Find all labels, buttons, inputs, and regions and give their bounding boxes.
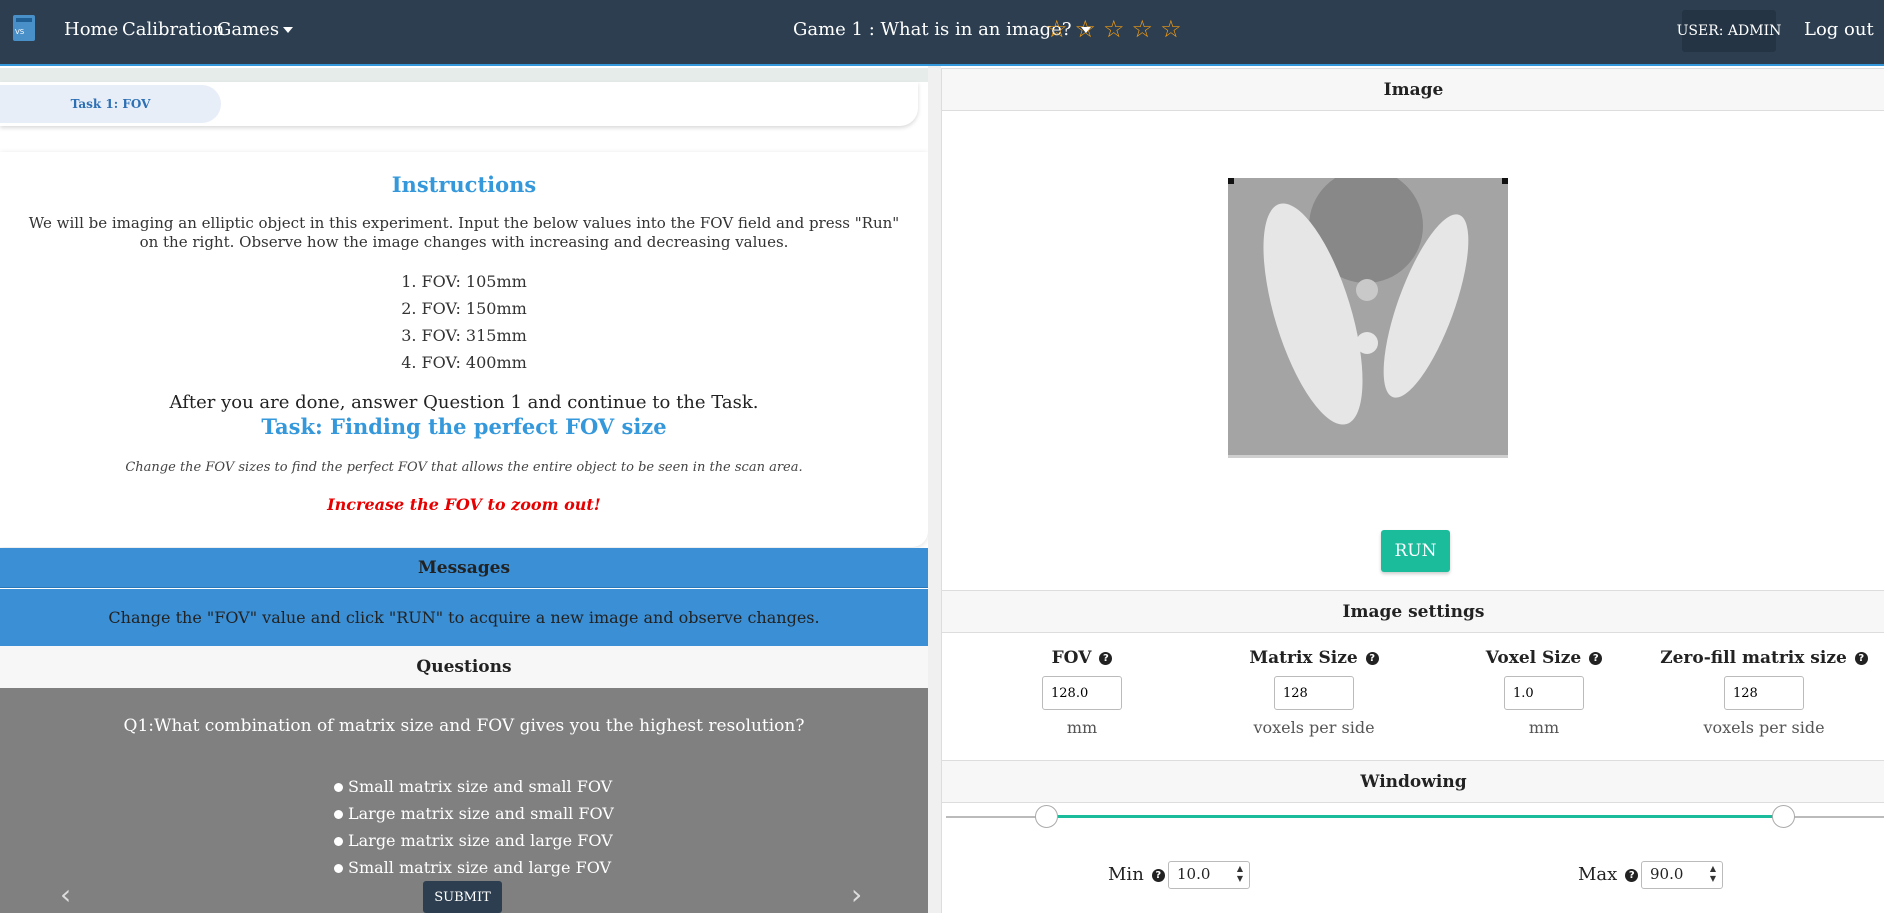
nav-games-dropdown[interactable]: Games (217, 19, 294, 40)
help-icon[interactable]: ? (1151, 868, 1165, 882)
matrix-size-label: Matrix Size (1249, 648, 1358, 668)
after-text: After you are done, answer Question 1 an… (169, 392, 759, 413)
nav-home-link[interactable]: Home (64, 19, 118, 40)
star-icon[interactable]: ☆ (1075, 16, 1097, 42)
panel-divider (928, 66, 941, 913)
max-label: Max? (1578, 864, 1639, 885)
matrix-size-unit: voxels per side (1253, 718, 1375, 737)
spinner-arrows-icon[interactable]: ▲ ▼ (1237, 864, 1243, 884)
fov-input[interactable] (1042, 676, 1122, 710)
question-carousel: Q1:What combination of matrix size and F… (0, 688, 928, 913)
voxel-size-setting: Voxel Size? mm (1444, 648, 1644, 737)
task-title: Task: Finding the perfect FOV size (261, 414, 667, 439)
list-item: 4. FOV: 400mm (401, 353, 527, 372)
instructions-title: Instructions (391, 172, 537, 197)
run-button[interactable]: RUN (1381, 530, 1450, 572)
list-item: 3. FOV: 315mm (401, 326, 527, 345)
messages-text: Change the "FOV" value and click "RUN" t… (0, 589, 928, 646)
star-icon[interactable]: ☆ (1132, 16, 1154, 42)
nav-calibration-link[interactable]: Calibration (122, 19, 224, 40)
spinner-arrows-icon[interactable]: ▲ ▼ (1710, 864, 1716, 884)
zoom-hint: Increase the FOV to zoom out! (327, 495, 601, 514)
task-text: Change the FOV sizes to find the perfect… (125, 460, 803, 475)
radio-icon[interactable] (334, 864, 343, 873)
help-icon[interactable]: ? (1854, 652, 1868, 665)
fov-list: 1. FOV: 105mm 2. FOV: 150mm 3. FOV: 315m… (0, 268, 928, 376)
image-settings-header: Image settings (942, 590, 1884, 633)
zero-fill-label: Zero-fill matrix size (1660, 648, 1847, 668)
list-item: 2. FOV: 150mm (401, 299, 527, 318)
submit-button[interactable]: SUBMIT (423, 881, 502, 913)
matrix-size-setting: Matrix Size? voxels per side (1214, 648, 1414, 737)
chevron-left-icon[interactable]: ‹ (60, 878, 71, 911)
user-badge: USER: ADMIN (1677, 10, 1781, 52)
matrix-size-input[interactable] (1274, 676, 1354, 710)
radio-icon[interactable] (334, 810, 343, 819)
chevron-right-icon[interactable]: › (851, 878, 862, 911)
left-top-strip (0, 68, 928, 82)
radio-icon[interactable] (334, 837, 343, 846)
slider-min-handle[interactable] (1035, 805, 1058, 828)
list-item: 1. FOV: 105mm (401, 272, 527, 291)
tab-task-1-fov[interactable]: Task 1: FOV (0, 85, 221, 123)
min-label: Min? (1108, 864, 1165, 885)
answer-option[interactable]: Large matrix size and large FOV (334, 827, 614, 854)
logout-link[interactable]: Log out (1804, 19, 1874, 40)
windowing-header: Windowing (942, 760, 1884, 803)
questions-header: Questions (0, 646, 928, 688)
min-input[interactable]: 10.0 ▲ ▼ (1168, 861, 1250, 889)
app-logo[interactable]: VS (13, 15, 35, 41)
windowing-slider-range (1047, 815, 1783, 818)
answer-option[interactable]: Small matrix size and small FOV (334, 773, 614, 800)
slider-max-handle[interactable] (1772, 805, 1795, 828)
voxel-size-label: Voxel Size (1485, 648, 1582, 668)
instructions-text: We will be imaging an elliptic object in… (28, 214, 900, 251)
answer-option[interactable]: Small matrix size and large FOV (334, 854, 614, 881)
mri-image (1228, 178, 1508, 458)
zero-fill-setting: Zero-fill matrix size? voxels per side (1644, 648, 1884, 737)
question-text: Q1:What combination of matrix size and F… (123, 716, 805, 736)
help-icon[interactable]: ? (1589, 652, 1603, 665)
image-header: Image (942, 68, 1884, 111)
top-navbar: VS Home Calibration Games Game 1 : What … (0, 0, 1884, 66)
rating-stars: ☆ ☆ ☆ ☆ ☆ (1046, 16, 1182, 42)
fov-setting: FOV? mm (1008, 648, 1156, 737)
task-tabbar: Task 1: FOV (0, 82, 918, 126)
star-icon[interactable]: ☆ (1046, 16, 1068, 42)
answer-options: Small matrix size and small FOV Large ma… (334, 773, 614, 881)
fov-label: FOV (1051, 648, 1092, 668)
radio-icon[interactable] (334, 783, 343, 792)
help-icon[interactable]: ? (1099, 652, 1113, 665)
max-input[interactable]: 90.0 ▲ ▼ (1641, 861, 1723, 889)
fov-unit: mm (1066, 718, 1098, 737)
star-icon[interactable]: ☆ (1160, 16, 1182, 42)
right-panel: Image RUN Image settings FOV? mm Matrix … (941, 68, 1884, 913)
messages-header: Messages (0, 548, 928, 588)
star-icon[interactable]: ☆ (1103, 16, 1125, 42)
help-icon[interactable]: ? (1365, 652, 1379, 665)
zero-fill-input[interactable] (1724, 676, 1804, 710)
caret-down-icon (283, 27, 294, 33)
voxel-size-input[interactable] (1504, 676, 1584, 710)
answer-option[interactable]: Large matrix size and small FOV (334, 800, 614, 827)
voxel-size-unit: mm (1528, 718, 1560, 737)
zero-fill-unit: voxels per side (1703, 718, 1825, 737)
help-icon[interactable]: ? (1625, 868, 1639, 882)
instructions-card: Instructions We will be imaging an ellip… (0, 152, 928, 547)
